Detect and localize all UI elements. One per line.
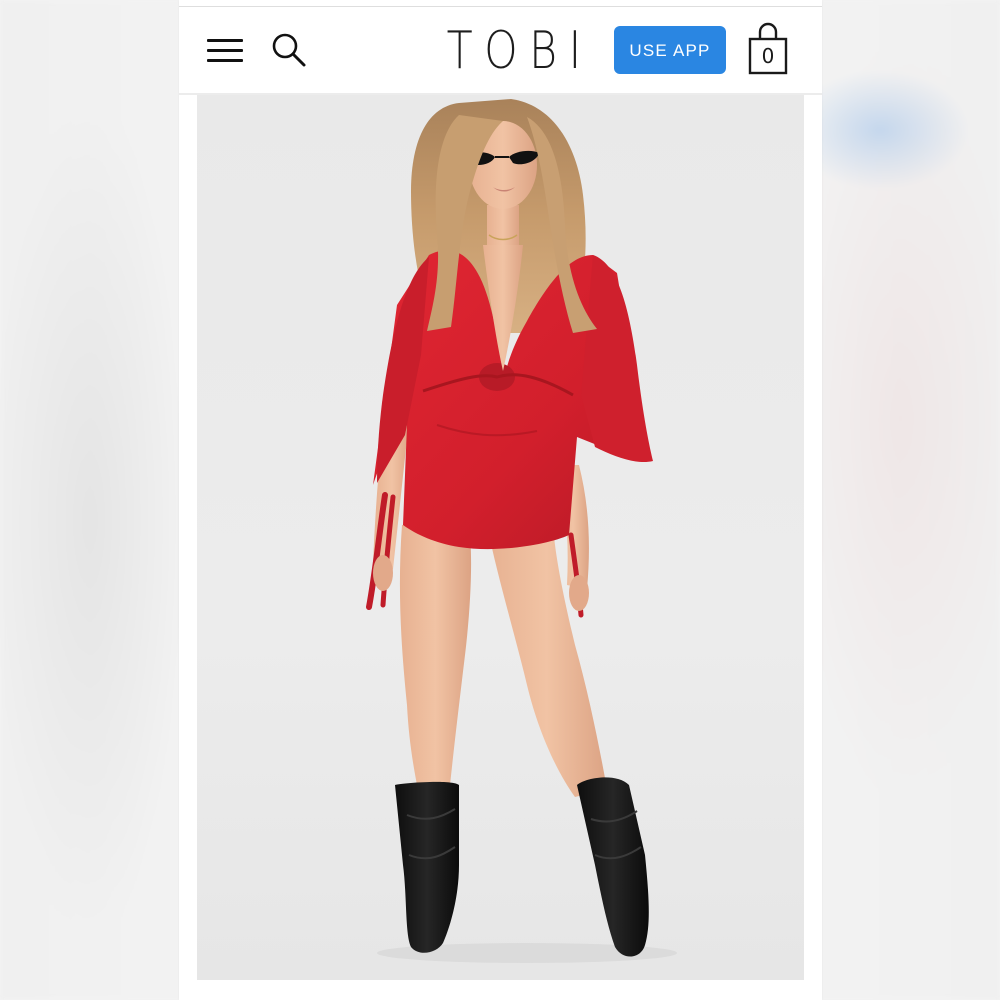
- hamburger-menu-icon[interactable]: [207, 35, 245, 65]
- use-app-button[interactable]: USE APP: [614, 26, 726, 74]
- product-image[interactable]: [197, 95, 804, 980]
- model-red-romper-photo: [366, 99, 677, 963]
- brand-logo[interactable]: TOBI: [447, 21, 582, 81]
- cart-count: 0: [761, 44, 775, 68]
- search-icon[interactable]: [269, 31, 309, 71]
- site-header: TOBI USE APP 0: [179, 7, 822, 95]
- shopping-bag-icon[interactable]: 0: [748, 20, 792, 78]
- mobile-page: TOBI USE APP 0: [179, 0, 822, 1000]
